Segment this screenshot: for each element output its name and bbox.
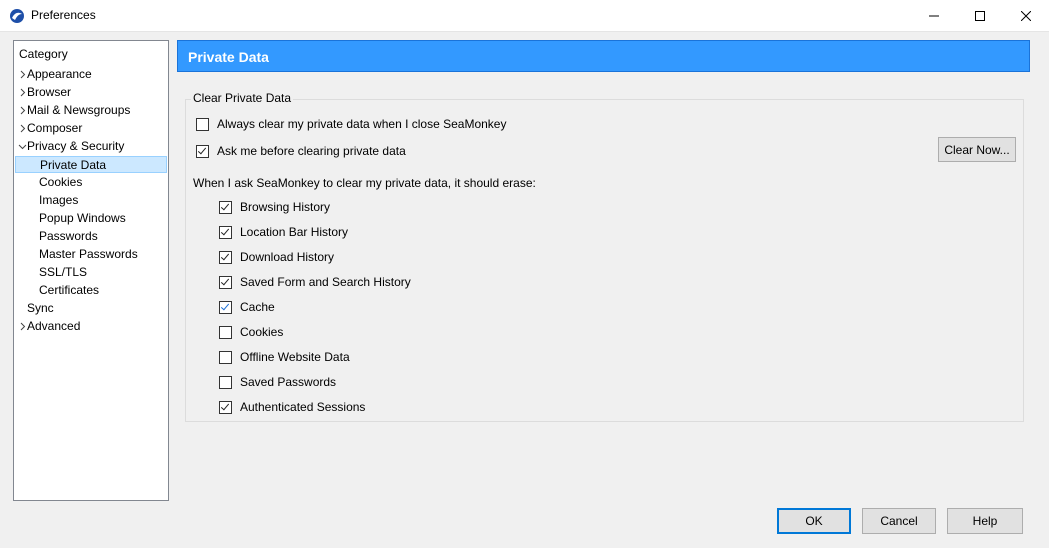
sidebar-item[interactable]: SSL/TLS [15,264,167,281]
sidebar-item[interactable]: Composer [15,120,167,137]
sidebar-item-label: Popup Windows [39,211,126,225]
erase-item-checkbox[interactable] [219,375,232,389]
erase-item-row[interactable]: Download History [219,249,334,265]
sidebar-item-label: Privacy & Security [27,139,125,153]
erase-item-checkbox[interactable] [219,325,232,339]
chevron-down-icon[interactable] [18,142,27,151]
close-icon [1021,10,1031,21]
erase-item-row[interactable]: Cookies [219,324,283,340]
sidebar-item[interactable]: Advanced [15,318,167,335]
sidebar-item[interactable]: Browser [15,84,167,101]
sidebar-item-label: SSL/TLS [39,265,88,279]
sidebar-item[interactable]: Passwords [15,228,167,245]
sidebar-item-label: Appearance [27,67,92,81]
sidebar-item[interactable]: Certificates [15,282,167,299]
chevron-right-icon[interactable] [18,322,27,331]
chevron-right-icon[interactable] [18,106,27,115]
sidebar-item-label: Mail & Newsgroups [27,103,131,117]
sidebar-item[interactable]: Popup Windows [15,210,167,227]
erase-item-label: Offline Website Data [240,350,350,364]
erase-item-label: Saved Form and Search History [240,275,411,289]
sidebar-item[interactable]: Mail & Newsgroups [15,102,167,119]
sidebar-item[interactable]: Images [15,192,167,209]
sidebar-item[interactable]: Privacy & Security [15,138,167,155]
erase-item-label: Saved Passwords [240,375,337,389]
erase-item-row[interactable]: Saved Passwords [219,374,336,390]
panel-title: Private Data [188,49,269,65]
erase-item-checkbox[interactable] [219,225,232,239]
sidebar-item-label: Sync [27,301,54,315]
cancel-button[interactable]: Cancel [862,508,936,534]
panel-header: Private Data [177,40,1030,72]
ask-before-label: Ask me before clearing private data [217,144,406,158]
sidebar-item[interactable]: Master Passwords [15,246,167,263]
erase-item-checkbox[interactable] [219,400,232,414]
erase-item-checkbox[interactable] [219,200,232,214]
minimize-button[interactable] [911,0,957,31]
seamonkey-app-icon [10,9,24,23]
sidebar-item-label: Passwords [39,229,98,243]
erase-item-row[interactable]: Location Bar History [219,224,348,240]
erase-item-label: Location Bar History [240,225,349,239]
erase-item-checkbox[interactable] [219,250,232,264]
sidebar-item-label: Certificates [39,283,100,297]
group-title: Clear Private Data [191,91,294,105]
sidebar-item[interactable]: Private Data [15,156,167,173]
chevron-right-icon[interactable] [18,88,27,97]
erase-item-row[interactable]: Browsing History [219,199,330,215]
maximize-button[interactable] [957,0,1003,31]
maximize-icon [975,10,985,21]
chevron-right-icon[interactable] [18,70,27,79]
sidebar-item-label: Browser [27,85,72,99]
erase-item-label: Cache [240,300,275,314]
erase-item-label: Cookies [240,325,284,339]
sidebar-item-label: Images [39,193,79,207]
erase-item-label: Authenticated Sessions [240,400,366,414]
erase-item-row[interactable]: Offline Website Data [219,349,350,365]
erase-intro-text: When I ask SeaMonkey to clear my private… [193,176,536,190]
ok-button[interactable]: OK [777,508,851,534]
sidebar-item-label: Private Data [40,158,107,172]
sidebar-item[interactable]: Cookies [15,174,167,191]
sidebar-item-label: Master Passwords [39,247,138,261]
erase-item-checkbox[interactable] [219,275,232,289]
minimize-icon [929,15,939,16]
erase-item-checkbox[interactable] [219,300,232,314]
chevron-right-icon[interactable] [18,124,27,133]
erase-item-row[interactable]: Authenticated Sessions [219,399,365,415]
sidebar-item-label: Advanced [27,319,81,333]
ask-before-checkbox-row[interactable]: Ask me before clearing private data [196,143,406,159]
ask-before-checkbox[interactable] [196,144,209,158]
close-button[interactable] [1003,0,1049,31]
sidebar-item[interactable]: Appearance [15,66,167,83]
erase-item-checkbox[interactable] [219,350,232,364]
sidebar-item[interactable]: Sync [15,300,167,317]
clear-now-button[interactable]: Clear Now... [938,137,1016,162]
sidebar-item-label: Composer [27,121,83,135]
sidebar-item-label: Cookies [39,175,83,189]
always-clear-checkbox-row[interactable]: Always clear my private data when I clos… [196,116,506,132]
erase-item-label: Browsing History [240,200,331,214]
category-tree[interactable]: Category Appearance Browser Mail & Newsgro… [13,40,169,501]
erase-item-label: Download History [240,250,335,264]
title-bar: Preferences [0,0,1049,32]
erase-item-row[interactable]: Cache [219,299,275,315]
always-clear-checkbox[interactable] [196,117,209,131]
erase-item-row[interactable]: Saved Form and Search History [219,274,411,290]
help-button[interactable]: Help [947,508,1023,534]
category-header: Category [19,47,68,61]
always-clear-label: Always clear my private data when I clos… [217,117,507,131]
window-title: Preferences [31,8,96,22]
